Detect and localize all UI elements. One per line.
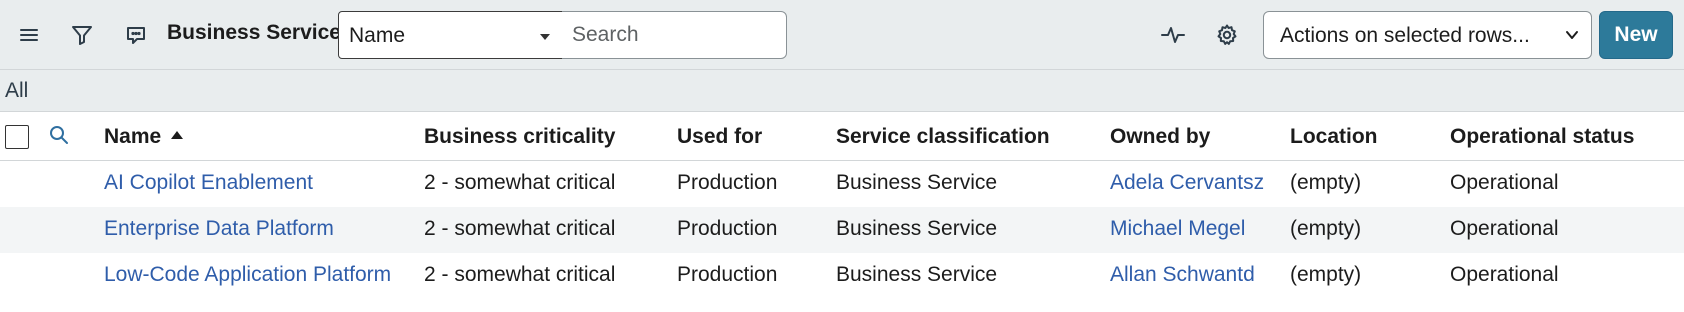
actions-select[interactable]: Actions on selected rows... <box>1263 11 1592 59</box>
gear-icon[interactable] <box>1209 17 1245 53</box>
owned-by-link[interactable]: Allan Schwantd <box>1110 263 1255 287</box>
used-for-cell: Production <box>677 263 778 286</box>
location-cell: (empty) <box>1290 217 1362 240</box>
service-classification-cell: Business Service <box>836 263 998 286</box>
column-header-used-for[interactable]: Used for <box>677 125 762 149</box>
operational-status-cell: Operational <box>1450 171 1559 194</box>
filter-breadcrumb-bar: All <box>0 70 1684 112</box>
breadcrumb-all[interactable]: All <box>5 79 28 103</box>
search-input[interactable] <box>562 11 787 59</box>
business-criticality-cell: 2 - somewhat critical <box>424 217 616 240</box>
filter-icon[interactable] <box>64 17 100 53</box>
activity-icon[interactable] <box>1155 17 1191 53</box>
operational-status-cell: Operational <box>1450 263 1559 286</box>
column-header-business-criticality[interactable]: Business criticality <box>424 125 615 149</box>
service-name-link[interactable]: Low-Code Application Platform <box>104 263 391 287</box>
actions-select-value: Actions on selected rows... <box>1280 24 1530 47</box>
search-field-select[interactable]: Name <box>338 11 563 59</box>
caret-down-icon <box>540 34 550 40</box>
search-field-value: Name <box>349 24 406 47</box>
column-header-service-classification[interactable]: Service classification <box>836 125 1050 149</box>
column-header-operational-status[interactable]: Operational status <box>1450 125 1634 149</box>
column-header-location[interactable]: Location <box>1290 125 1378 149</box>
table-row: Enterprise Data Platform 2 - somewhat cr… <box>0 207 1684 253</box>
list-toolbar: Business Services Name Actions on select… <box>0 0 1684 70</box>
table-row: Low-Code Application Platform 2 - somewh… <box>0 253 1684 299</box>
business-criticality-cell: 2 - somewhat critical <box>424 171 616 194</box>
service-classification-cell: Business Service <box>836 171 998 194</box>
chat-icon[interactable] <box>118 17 154 53</box>
service-classification-cell: Business Service <box>836 217 998 240</box>
used-for-cell: Production <box>677 171 778 194</box>
service-name-link[interactable]: Enterprise Data Platform <box>104 217 334 241</box>
business-criticality-cell: 2 - somewhat critical <box>424 263 616 286</box>
column-header-owned-by[interactable]: Owned by <box>1110 125 1210 149</box>
select-all-checkbox[interactable] <box>5 125 29 149</box>
owned-by-link[interactable]: Michael Megel <box>1110 217 1245 241</box>
menu-icon[interactable] <box>11 17 47 53</box>
used-for-cell: Production <box>677 217 778 240</box>
operational-status-cell: Operational <box>1450 217 1559 240</box>
owned-by-link[interactable]: Adela Cervantsz <box>1110 171 1264 195</box>
service-name-link[interactable]: AI Copilot Enablement <box>104 171 313 195</box>
search-icon[interactable] <box>48 124 70 151</box>
location-cell: (empty) <box>1290 171 1362 194</box>
sort-ascending-icon <box>171 131 184 140</box>
location-cell: (empty) <box>1290 263 1362 286</box>
chevron-down-icon <box>1563 26 1581 49</box>
new-button[interactable]: New <box>1599 11 1673 59</box>
page-title: Business Services <box>167 21 353 44</box>
table-header: Name Business criticality Used for Servi… <box>0 112 1684 161</box>
column-header-name[interactable]: Name <box>104 125 184 149</box>
table-row: AI Copilot Enablement 2 - somewhat criti… <box>0 161 1684 207</box>
